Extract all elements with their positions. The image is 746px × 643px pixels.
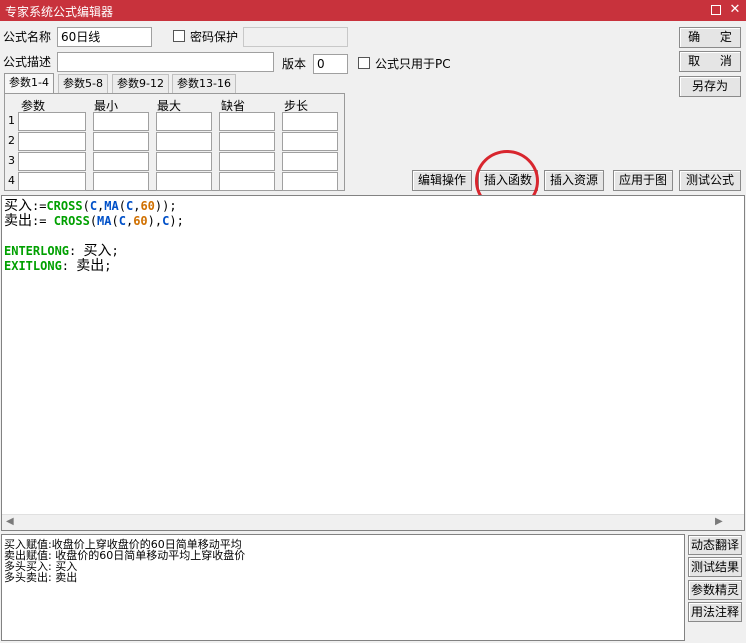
- code-token: (: [118, 199, 126, 213]
- translation-output: 买入赋值:收盘价上穿收盘价的60日简单移动平均 卖出赋值: 收盘价的60日简单移…: [1, 534, 685, 641]
- version-label: 版本: [282, 57, 307, 71]
- param-cell[interactable]: [219, 152, 275, 171]
- param-cell[interactable]: [219, 132, 275, 151]
- code-token: );: [169, 214, 184, 228]
- param-cell[interactable]: [18, 112, 86, 131]
- password-label: 密码保护: [190, 30, 239, 44]
- code-variable: 买入: [4, 198, 32, 214]
- test-result-button[interactable]: 测试结果: [688, 557, 742, 577]
- pc-only-label: 公式只用于PC: [375, 57, 451, 71]
- formula-desc-input[interactable]: [57, 52, 274, 72]
- code-token: C: [89, 199, 98, 213]
- edit-operations-button[interactable]: 编辑操作: [412, 170, 472, 191]
- param-row-number: 2: [8, 134, 15, 147]
- scroll-left-icon[interactable]: ◀: [6, 516, 14, 527]
- usage-notes-button[interactable]: 用法注释: [688, 602, 742, 622]
- param-row-number: 4: [8, 174, 15, 187]
- horizontal-scrollbar[interactable]: ◀ ▶: [2, 514, 744, 530]
- save-as-button[interactable]: 另存为: [679, 76, 741, 97]
- window-title: 专家系统公式编辑器: [5, 5, 114, 19]
- code-token: :=: [32, 199, 47, 213]
- password-checkbox[interactable]: [173, 30, 185, 42]
- code-keyword: ENTERLONG: [4, 244, 70, 258]
- code-line: EXITLONG: 卖出;: [4, 259, 184, 274]
- close-icon[interactable]: ✕: [727, 2, 743, 18]
- code-token: (: [82, 199, 90, 213]
- param-cell[interactable]: [18, 172, 86, 191]
- code-variable: 卖出: [76, 258, 105, 274]
- param-cell[interactable]: [219, 112, 275, 131]
- param-cell[interactable]: [282, 132, 338, 151]
- param-table: 参数 最小 最大 缺省 步长 1 2 3 4: [4, 93, 345, 191]
- ok-button[interactable]: 确 定: [679, 27, 741, 48]
- param-cell[interactable]: [93, 172, 149, 191]
- param-cell[interactable]: [156, 132, 212, 151]
- code-function: MA: [97, 214, 112, 228]
- param-cell[interactable]: [18, 152, 86, 171]
- version-input[interactable]: 0: [313, 54, 348, 74]
- param-row-number: 1: [8, 114, 15, 127]
- code-number: 60: [140, 199, 155, 213]
- code-variable: 买入: [83, 243, 112, 259]
- param-cell[interactable]: [93, 112, 149, 131]
- title-bar: 专家系统公式编辑器 ✕: [0, 0, 746, 21]
- param-cell[interactable]: [282, 172, 338, 191]
- scroll-right-icon[interactable]: ▶: [715, 516, 723, 527]
- insert-resource-button[interactable]: 插入资源: [544, 170, 604, 191]
- param-cell[interactable]: [156, 172, 212, 191]
- param-row-number: 3: [8, 154, 15, 167]
- code-token: :: [61, 259, 77, 273]
- code-token: :=: [32, 214, 54, 228]
- tab-params-9-12[interactable]: 参数9-12: [112, 74, 169, 93]
- tab-params-5-8[interactable]: 参数5-8: [58, 74, 108, 93]
- tab-params-1-4[interactable]: 参数1-4: [4, 73, 54, 94]
- code-number: 60: [133, 214, 148, 228]
- code-token: (: [111, 214, 119, 228]
- param-cell[interactable]: [93, 152, 149, 171]
- pc-only-checkbox[interactable]: [358, 57, 370, 69]
- tab-params-13-16[interactable]: 参数13-16: [172, 74, 236, 93]
- code-token: :: [69, 244, 84, 258]
- formula-name-input[interactable]: 60日线: [57, 27, 152, 47]
- code-token: ));: [154, 199, 177, 213]
- code-text: 买入:=CROSS(C,MA(C,60)); 卖出:= CROSS(MA(C,60…: [4, 199, 184, 274]
- insert-function-button[interactable]: 插入函数: [478, 170, 538, 191]
- maximize-icon[interactable]: [708, 2, 724, 18]
- param-cell[interactable]: [93, 132, 149, 151]
- code-function: MA: [104, 199, 119, 213]
- param-cell[interactable]: [282, 152, 338, 171]
- code-function: CROSS: [46, 199, 83, 213]
- param-cell[interactable]: [219, 172, 275, 191]
- code-function: CROSS: [53, 214, 90, 228]
- code-token: ;: [111, 244, 119, 258]
- code-line: ENTERLONG: 买入;: [4, 244, 184, 259]
- code-keyword: EXITLONG: [4, 259, 62, 273]
- param-cell[interactable]: [282, 112, 338, 131]
- note-line: 多头卖出: 卖出: [4, 571, 78, 584]
- formula-desc-label: 公式描述: [3, 55, 52, 69]
- apply-to-chart-button[interactable]: 应用于图: [613, 170, 673, 191]
- param-cell[interactable]: [156, 112, 212, 131]
- dynamic-translate-button[interactable]: 动态翻译: [688, 535, 742, 555]
- code-variable: 卖出: [4, 213, 32, 229]
- param-wizard-button[interactable]: 参数精灵: [688, 580, 742, 600]
- formula-name-label: 公式名称: [3, 30, 52, 44]
- ok-button-label: 确 定: [688, 30, 740, 44]
- code-token: ;: [104, 259, 112, 273]
- code-line: 买入:=CROSS(C,MA(C,60));: [4, 199, 184, 214]
- code-token: C: [118, 214, 126, 228]
- param-cell[interactable]: [18, 132, 86, 151]
- cancel-button[interactable]: 取 消: [679, 51, 741, 72]
- password-input[interactable]: [243, 27, 348, 47]
- code-token: (: [89, 214, 98, 228]
- code-line: 卖出:= CROSS(MA(C,60),C);: [4, 214, 184, 229]
- cancel-button-label: 取 消: [688, 54, 740, 68]
- test-formula-button[interactable]: 测试公式: [679, 170, 741, 191]
- param-cell[interactable]: [156, 152, 212, 171]
- code-token: ),: [147, 214, 163, 228]
- code-editor[interactable]: 买入:=CROSS(C,MA(C,60)); 卖出:= CROSS(MA(C,60…: [1, 195, 745, 531]
